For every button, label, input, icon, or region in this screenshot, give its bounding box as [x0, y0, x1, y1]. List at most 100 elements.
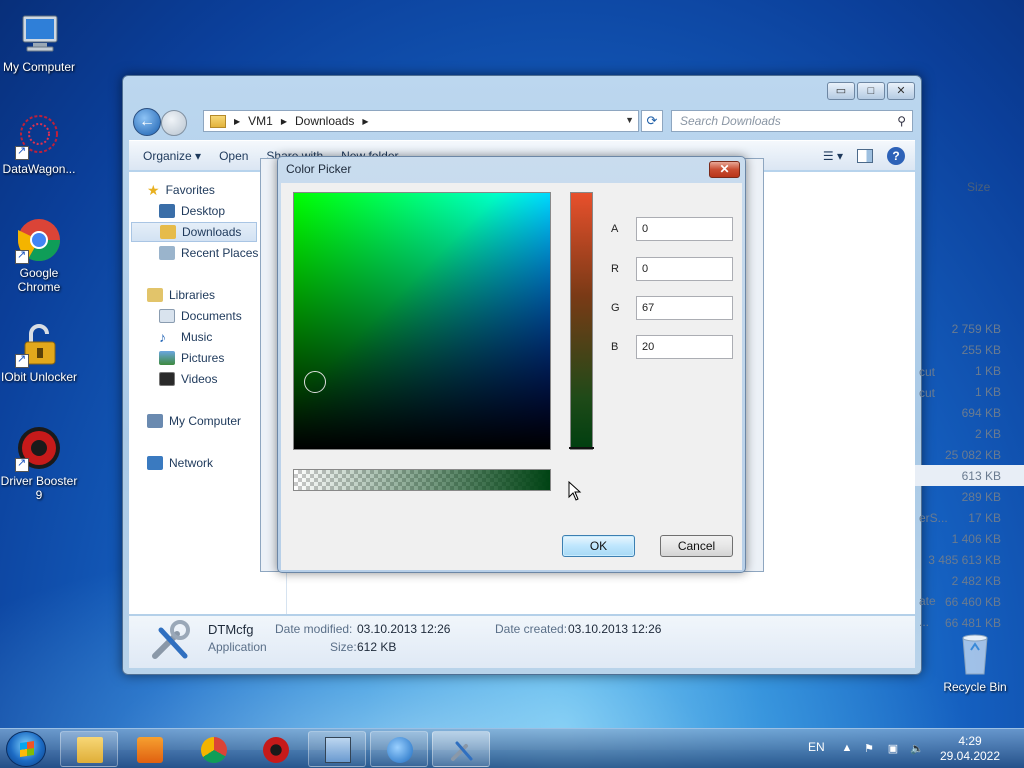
back-button[interactable]: ←	[133, 108, 161, 136]
view-options-icon[interactable]: ☰ ▾	[823, 149, 843, 163]
desktop-icon-datawagon[interactable]: DataWagon...	[0, 112, 78, 176]
breadcrumb-separator-icon: ▶	[234, 116, 241, 126]
details-file-name: DTMcfg	[208, 622, 254, 637]
computer-icon	[147, 414, 163, 428]
alpha-slider[interactable]	[293, 469, 551, 491]
details-file-kind: Application	[208, 640, 267, 654]
color-picker-dialog[interactable]: Color Picker ✕ A R G B OK Cancel	[277, 156, 746, 573]
taskbar-driver-booster[interactable]	[246, 731, 304, 767]
organize-button[interactable]: Organize ▾	[143, 149, 201, 163]
nav-music[interactable]: ♪ Music	[159, 327, 212, 347]
nav-desktop[interactable]: Desktop	[159, 201, 225, 221]
file-size: 1 KB	[974, 385, 1001, 399]
green-input[interactable]	[636, 296, 733, 320]
driver-booster-icon	[263, 737, 289, 763]
address-bar[interactable]: ▶ VM1 ▶ Downloads ▶ ▼	[203, 110, 639, 132]
address-dropdown-icon[interactable]: ▼	[625, 115, 634, 125]
close-button[interactable]: ✕	[709, 161, 740, 178]
nav-label: My Computer	[169, 414, 242, 428]
nav-videos[interactable]: Videos	[159, 369, 217, 389]
hue-slider[interactable]	[569, 192, 594, 450]
desktop-icon-my-computer[interactable]: My Computer	[0, 10, 78, 74]
unlock-icon	[15, 320, 63, 368]
details-size-value: 612 KB	[357, 640, 397, 654]
ok-button[interactable]: OK	[562, 535, 635, 557]
volume-icon[interactable]: 🔈	[910, 742, 924, 756]
blue-label: B	[611, 341, 619, 353]
action-center-icon[interactable]: ⚑	[862, 742, 876, 756]
window-controls: ▭ □ ✕	[827, 82, 915, 100]
open-button[interactable]: Open	[219, 149, 248, 163]
close-button[interactable]: ✕	[887, 82, 915, 100]
nav-label: Recent Places	[181, 246, 259, 260]
clock[interactable]: 4:29 29.04.2022	[935, 734, 1005, 764]
language-indicator[interactable]: EN	[808, 740, 825, 754]
preview-pane-icon[interactable]	[857, 149, 873, 163]
hue-slider-handle[interactable]	[569, 447, 594, 449]
details-created-label: Date created:	[495, 622, 568, 636]
taskbar-control-panel[interactable]	[308, 731, 366, 767]
forward-button[interactable]	[161, 110, 187, 136]
nav-pictures[interactable]: Pictures	[159, 348, 224, 368]
search-input[interactable]: Search Downloads ⚲	[671, 110, 913, 132]
taskbar-network[interactable]	[370, 731, 428, 767]
maximize-button[interactable]: □	[857, 82, 885, 100]
cancel-button[interactable]: Cancel	[660, 535, 733, 557]
network-tray-icon[interactable]: ▣	[886, 742, 900, 756]
nav-recent-places[interactable]: Recent Places	[159, 243, 258, 263]
alpha-label: A	[611, 223, 619, 235]
column-header-size[interactable]: Size	[967, 180, 990, 194]
alpha-input[interactable]	[636, 217, 733, 241]
color-cursor[interactable]	[304, 371, 326, 393]
refresh-button[interactable]: ⟳	[641, 110, 663, 132]
desktop-icon-iobit-unlocker[interactable]: IObit Unlocker	[0, 320, 78, 384]
chrome-icon	[201, 737, 227, 763]
desktop-icon-driver-booster[interactable]: Driver Booster 9	[0, 424, 78, 502]
search-icon[interactable]: ⚲	[897, 114, 906, 128]
file-size: 66 481 KB	[944, 616, 1001, 630]
desktop-icon-google-chrome[interactable]: Google Chrome	[0, 216, 78, 294]
minimize-button[interactable]: ▭	[827, 82, 855, 100]
blue-input[interactable]	[636, 335, 733, 359]
control-panel-icon	[325, 737, 351, 763]
nav-libraries[interactable]: Libraries	[147, 285, 215, 305]
taskbar-media-player[interactable]	[120, 731, 178, 767]
taskbar-explorer[interactable]	[60, 731, 118, 767]
desktop-icon-recycle-bin[interactable]: Recycle Bin	[936, 630, 1014, 694]
nav-favorites[interactable]: ★ Favorites	[147, 180, 215, 200]
breadcrumb-vm1[interactable]: VM1	[248, 114, 273, 128]
desktop-icon-label: Google Chrome	[17, 266, 61, 294]
details-created-value: 03.10.2013 12:26	[568, 622, 662, 636]
nav-label: Favorites	[165, 183, 215, 197]
nav-label: Videos	[181, 372, 218, 386]
nav-documents[interactable]: Documents	[159, 306, 242, 326]
breadcrumb-downloads[interactable]: Downloads	[295, 114, 354, 128]
saturation-value-area[interactable]	[293, 192, 551, 450]
nav-label: Network	[169, 456, 214, 470]
start-button[interactable]	[6, 731, 46, 767]
downloads-folder-icon	[160, 225, 176, 239]
details-size-label: Size:	[330, 640, 357, 654]
nav-downloads[interactable]: Downloads	[131, 222, 257, 242]
search-placeholder: Search Downloads	[680, 114, 781, 128]
file-size: 1 406 KB	[951, 532, 1001, 546]
breadcrumb-separator-icon: ▶	[362, 116, 369, 126]
file-size: 2 482 KB	[951, 574, 1001, 588]
details-pane: DTMcfg Application Date modified: 03.10.…	[129, 616, 915, 668]
show-hidden-icons-icon[interactable]: ▲	[840, 742, 854, 756]
breadcrumb-separator-icon: ▶	[280, 116, 287, 126]
folder-icon	[77, 737, 103, 763]
nav-network[interactable]: Network	[147, 453, 213, 473]
file-size: 25 082 KB	[944, 448, 1001, 462]
details-modified-value: 03.10.2013 12:26	[357, 622, 451, 636]
red-input[interactable]	[636, 257, 733, 281]
nav-my-computer[interactable]: My Computer	[147, 411, 241, 431]
desktop-icon-label: IObit Unlocker	[0, 370, 78, 384]
taskbar-chrome[interactable]	[184, 731, 242, 767]
help-icon[interactable]: ?	[887, 147, 905, 165]
file-size: 694 KB	[961, 406, 1001, 420]
chrome-icon	[15, 216, 63, 264]
file-size: 3 485 613 KB	[928, 553, 1001, 567]
taskbar-dtmcfg[interactable]	[432, 731, 490, 767]
details-modified-label: Date modified:	[275, 622, 353, 636]
